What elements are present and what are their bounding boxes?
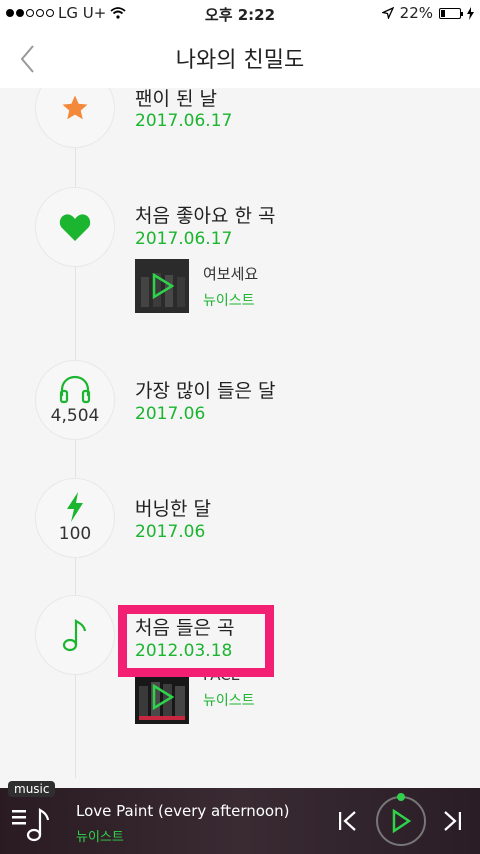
- page-title: 나와의 친밀도: [175, 48, 305, 73]
- timeline-item-title: 처음 좋아요 한 곡: [135, 205, 276, 227]
- headphones-icon: [59, 375, 91, 404]
- listen-count: 4,504: [50, 406, 100, 426]
- play-button[interactable]: [376, 796, 426, 846]
- timeline-icon-circle: [35, 187, 115, 267]
- battery-percent: 22%: [399, 4, 433, 22]
- album-cover[interactable]: [135, 259, 189, 313]
- timeline-item-title: 팬이 된 날: [135, 88, 217, 110]
- timeline-icon-circle: [35, 88, 115, 148]
- timeline-item-title: 버닝한 달: [135, 498, 211, 520]
- timeline-item-date: 2017.06.17: [135, 111, 233, 131]
- timeline-item-date: 2017.06: [135, 522, 206, 542]
- timeline-item-date: 2017.06.17: [135, 229, 233, 249]
- song-artist: 뉴이스트: [203, 693, 255, 709]
- skip-next-icon: [444, 811, 461, 831]
- skip-previous-icon: [339, 811, 356, 831]
- playlist-menu-button[interactable]: [12, 806, 52, 846]
- now-playing-artist[interactable]: 뉴이스트: [76, 826, 124, 845]
- mini-player[interactable]: Love Paint (every afternoon) 뉴이스트: [0, 788, 480, 854]
- music-tag: music: [8, 781, 56, 797]
- burning-count: 100: [58, 524, 92, 544]
- lightning-icon: [67, 492, 83, 522]
- timeline-item-title: 가장 많이 들은 달: [135, 380, 276, 402]
- song-artist: 뉴이스트: [203, 292, 255, 309]
- app-header: 나와의 친밀도: [0, 28, 480, 88]
- play-icon: [392, 809, 411, 833]
- timeline-item-date: 2017.06: [135, 404, 206, 424]
- timeline-icon-circle: [35, 595, 115, 675]
- charging-bolt-icon: [467, 6, 474, 20]
- now-playing-title[interactable]: Love Paint (every afternoon): [76, 802, 289, 820]
- timeline-icon-circle: 4,504: [35, 360, 115, 440]
- previous-button[interactable]: [338, 810, 358, 836]
- song-row[interactable]: 여보세요 뉴이스트: [135, 259, 258, 313]
- status-bar: LG U+ 오후 2:22 22%: [0, 0, 480, 28]
- music-note-icon: [62, 618, 87, 652]
- affinity-timeline[interactable]: 팬이 된 날 2017.06.17 처음 좋아요 한 곡 2017.06.17 …: [0, 88, 480, 788]
- song-row[interactable]: FACE 뉴이스트: [135, 666, 255, 724]
- timeline-icon-circle: 100: [35, 478, 115, 558]
- album-cover[interactable]: [135, 670, 189, 724]
- star-icon: [62, 95, 88, 120]
- highlight-box: [118, 605, 274, 677]
- play-icon: [152, 684, 174, 710]
- location-arrow-icon: [381, 7, 394, 19]
- progress-indicator[interactable]: [397, 793, 405, 801]
- heart-icon: [59, 214, 91, 241]
- play-icon: [152, 273, 174, 299]
- next-button[interactable]: [442, 810, 462, 836]
- battery-icon: [439, 7, 463, 19]
- song-title: 여보세요: [203, 264, 259, 283]
- playlist-icon: [12, 807, 50, 842]
